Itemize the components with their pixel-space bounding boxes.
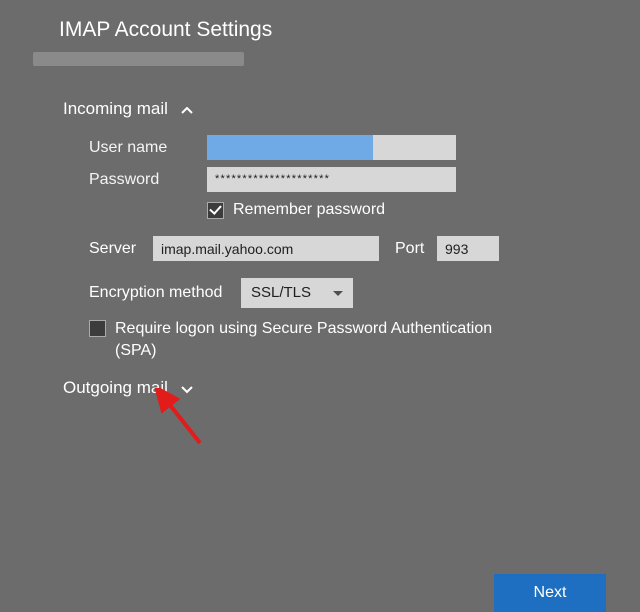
port-input[interactable]	[437, 236, 499, 261]
server-input[interactable]	[153, 236, 379, 261]
email-redacted-placeholder	[33, 52, 244, 66]
page-title: IMAP Account Settings	[59, 18, 272, 42]
spa-checkbox[interactable]	[89, 320, 106, 337]
chevron-down-icon	[333, 291, 343, 296]
password-row: Password *********************	[89, 167, 456, 192]
remember-password-label: Remember password	[233, 201, 385, 219]
encryption-value: SSL/TLS	[251, 284, 311, 301]
server-label: Server	[89, 240, 153, 258]
port-label: Port	[395, 240, 437, 258]
password-label: Password	[89, 171, 207, 189]
username-input[interactable]	[207, 135, 456, 160]
username-row: User name	[89, 135, 456, 160]
next-button[interactable]: Next	[494, 574, 606, 612]
server-row: Server Port	[89, 236, 499, 261]
remember-password-row: Remember password	[207, 201, 385, 219]
remember-password-checkbox[interactable]	[207, 202, 224, 219]
incoming-mail-section-toggle[interactable]: Incoming mail	[63, 99, 193, 119]
chevron-up-icon	[181, 107, 193, 115]
chevron-down-icon	[181, 386, 193, 394]
username-selection-highlight	[207, 135, 373, 160]
encryption-select[interactable]: SSL/TLS	[241, 278, 353, 308]
encryption-row: Encryption method SSL/TLS	[89, 278, 353, 308]
imap-settings-panel: IMAP Account Settings Incoming mail User…	[0, 0, 640, 612]
encryption-label: Encryption method	[89, 284, 241, 302]
spa-label: Require logon using Secure Password Auth…	[115, 318, 525, 361]
incoming-mail-header-label: Incoming mail	[63, 99, 168, 118]
spa-row: Require logon using Secure Password Auth…	[89, 318, 525, 361]
outgoing-mail-header-label: Outgoing mail	[63, 378, 168, 397]
password-input[interactable]: *********************	[207, 167, 456, 192]
username-label: User name	[89, 139, 207, 157]
outgoing-mail-section-toggle[interactable]: Outgoing mail	[63, 378, 193, 398]
